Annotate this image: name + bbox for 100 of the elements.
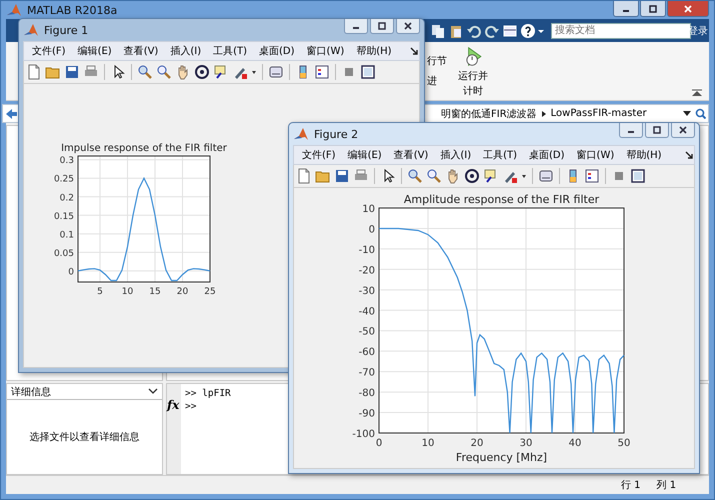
- window-title: MATLAB R2018a: [27, 4, 118, 16]
- tick-label: 0: [68, 267, 74, 278]
- menu-item[interactable]: 编辑(E): [344, 148, 390, 162]
- menu-item[interactable]: 编辑(E): [74, 44, 120, 58]
- link-icon[interactable]: [268, 64, 284, 80]
- chevron-down-icon[interactable]: [148, 388, 158, 395]
- command-window[interactable]: fx >> lpFIR >>: [166, 383, 293, 475]
- tick-label: 25: [204, 287, 216, 297]
- tick-label: 20: [176, 287, 188, 297]
- search-icon[interactable]: [695, 108, 706, 119]
- save-icon[interactable]: [334, 168, 350, 184]
- menu-item[interactable]: 桌面(D): [525, 148, 573, 162]
- maximize-button[interactable]: [645, 123, 669, 138]
- new-file-icon[interactable]: [296, 168, 312, 184]
- tick-label: -20: [358, 265, 375, 276]
- dock-icon[interactable]: [685, 150, 694, 160]
- legend-icon[interactable]: [314, 64, 330, 80]
- run-and-time-button[interactable]: 运行并计时: [453, 42, 493, 100]
- tick-label: 5: [97, 287, 103, 297]
- window-icon[interactable]: [360, 64, 376, 80]
- menu-item[interactable]: 帮助(H): [352, 44, 400, 58]
- rotate-icon[interactable]: [194, 64, 210, 80]
- tick-label: -50: [358, 326, 375, 338]
- menu-item[interactable]: 窗口(W): [302, 44, 352, 58]
- close-icon: [403, 22, 413, 30]
- window-icon[interactable]: [630, 168, 646, 184]
- tick-label: -30: [358, 286, 375, 297]
- menu-item[interactable]: 文件(F): [298, 148, 344, 162]
- help-icon[interactable]: [520, 22, 536, 38]
- tick-label: -90: [358, 408, 375, 420]
- tick-label: 0.25: [54, 174, 74, 185]
- minimize-button[interactable]: [344, 19, 368, 34]
- minimize-button[interactable]: [619, 123, 643, 138]
- search-field[interactable]: 搜索文档: [551, 22, 691, 38]
- tick-label: 0.1: [60, 230, 74, 240]
- tick-label: 0.2: [60, 193, 74, 204]
- menu-item[interactable]: 文件(F): [28, 44, 74, 58]
- zoom-out-icon[interactable]: [156, 64, 172, 80]
- tick-label: 50: [618, 438, 630, 449]
- minimize-button[interactable]: [613, 1, 639, 17]
- close-icon: [683, 4, 693, 12]
- legend-icon[interactable]: [584, 168, 600, 184]
- new-file-icon[interactable]: [26, 64, 42, 80]
- close-button[interactable]: [671, 123, 695, 138]
- tick-label: -70: [358, 368, 375, 379]
- menu-item[interactable]: 插入(I): [436, 148, 480, 162]
- menu-item[interactable]: 查看(V): [120, 44, 166, 58]
- dropdown-icon[interactable]: [683, 111, 691, 116]
- dock-icon[interactable]: [410, 46, 419, 56]
- menu-item[interactable]: 工具(T): [479, 148, 526, 162]
- function-icon[interactable]: fx: [167, 398, 180, 412]
- close-button[interactable]: [667, 1, 709, 17]
- menu-item[interactable]: 插入(I): [166, 44, 210, 58]
- chevron-icon: [540, 110, 547, 118]
- tick-label: 40: [568, 438, 582, 449]
- tick-label: 10: [122, 287, 134, 297]
- command-line: >>: [185, 401, 198, 412]
- ribbon-label[interactable]: 行节: [427, 54, 447, 68]
- zoom-out-icon[interactable]: [426, 168, 442, 184]
- maximize-button[interactable]: [370, 19, 394, 34]
- menu-item[interactable]: 帮助(H): [622, 148, 670, 162]
- menu-item[interactable]: 窗口(W): [572, 148, 622, 162]
- menu-item[interactable]: 桌面(D): [255, 44, 303, 58]
- tick-label: 0: [376, 438, 382, 449]
- ribbon-label[interactable]: 进: [427, 74, 447, 88]
- window-title: Figure 1: [44, 24, 88, 36]
- tick-label: -60: [358, 347, 375, 358]
- path-segment[interactable]: LowPassFIR-master: [550, 108, 647, 119]
- close-icon: [678, 126, 688, 134]
- path-segment[interactable]: 明窗的低通FIR滤波器: [441, 106, 537, 120]
- menu-item[interactable]: 工具(T): [209, 44, 256, 58]
- zoom-in-icon[interactable]: [407, 168, 423, 184]
- chart-title: Impulse response of the FIR filter: [61, 143, 227, 154]
- layout-icon[interactable]: [502, 22, 518, 38]
- tick-label: -80: [358, 388, 375, 400]
- tick-label: 0.05: [54, 248, 74, 259]
- axis-label: Frequency [Mhz]: [456, 451, 548, 464]
- matlab-logo-icon: [293, 127, 309, 141]
- menu-item[interactable]: 查看(V): [390, 148, 436, 162]
- matlab-logo-icon: [23, 23, 39, 37]
- tick-label: 0.15: [54, 212, 74, 222]
- tick-label: 10: [362, 204, 375, 215]
- tick-label: 30: [520, 438, 532, 449]
- maximize-icon: [648, 4, 658, 12]
- tick-label: 20: [470, 438, 484, 449]
- zoom-in-icon[interactable]: [137, 64, 153, 80]
- link-icon[interactable]: [538, 168, 554, 184]
- rotate-icon[interactable]: [464, 168, 480, 184]
- tick-label: 0: [368, 224, 375, 236]
- maximize-icon: [377, 22, 387, 30]
- details-message: 选择文件以查看详细信息: [30, 430, 140, 444]
- close-button[interactable]: [396, 19, 420, 34]
- back-arrow-icon[interactable]: [5, 108, 17, 120]
- collapse-icon[interactable]: [691, 89, 703, 97]
- save-icon[interactable]: [64, 64, 80, 80]
- tick-label: -10: [358, 244, 375, 256]
- copy-icon[interactable]: [430, 22, 446, 38]
- maximize-icon: [652, 126, 662, 134]
- cursor-column: 列 1: [656, 478, 676, 492]
- maximize-button[interactable]: [640, 1, 666, 17]
